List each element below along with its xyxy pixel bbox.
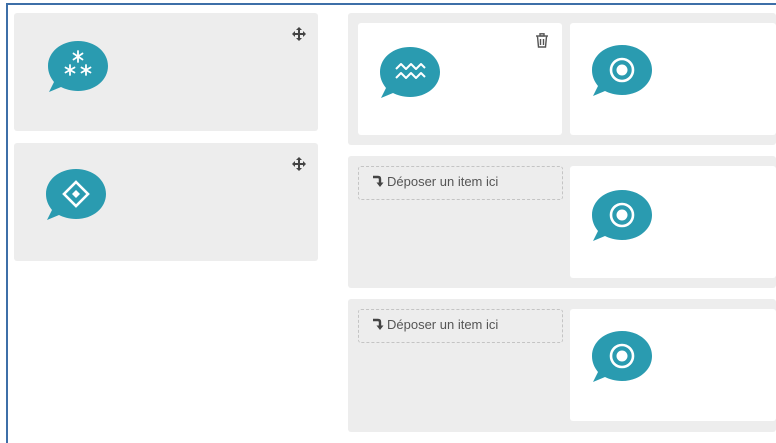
target-row-2: Déposer un item ici (348, 156, 776, 288)
curved-arrow-down-icon (373, 318, 384, 330)
drop-zone-label: Déposer un item ici (387, 174, 499, 189)
trash-icon[interactable] (535, 33, 549, 48)
target-circle-icon (592, 190, 652, 241)
waves-icon (380, 47, 440, 98)
move-arrows-icon[interactable] (292, 157, 306, 171)
move-arrows-icon[interactable] (292, 27, 306, 41)
drop-slot-placed[interactable] (358, 23, 562, 135)
snowflake-asterisks-icon (48, 41, 108, 92)
answer-slot (570, 309, 776, 421)
drop-zone-label: Déposer un item ici (387, 317, 499, 332)
drop-zone[interactable]: Déposer un item ici (358, 166, 563, 200)
target-circle-icon (592, 331, 652, 382)
diamond-in-diamond-icon (46, 169, 106, 220)
curved-arrow-down-icon (373, 175, 384, 187)
source-item-card-2[interactable] (14, 143, 318, 261)
source-item-card-1[interactable] (14, 13, 318, 131)
answer-slot (570, 23, 776, 135)
target-row-1 (348, 13, 776, 145)
answer-slot (570, 166, 776, 278)
target-circle-icon (592, 45, 652, 96)
drop-zone[interactable]: Déposer un item ici (358, 309, 563, 343)
target-row-3: Déposer un item ici (348, 299, 776, 432)
